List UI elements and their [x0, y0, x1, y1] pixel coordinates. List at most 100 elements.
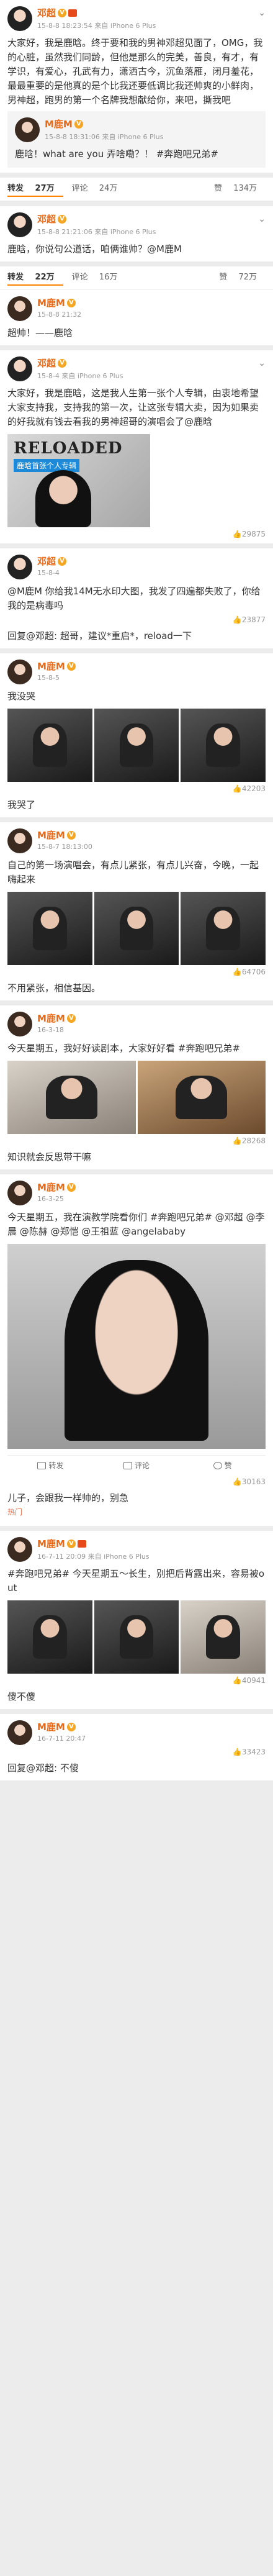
reply-text: 回复@邓超: 超哥，建议*重启*，reload一下 — [7, 630, 192, 642]
photo[interactable] — [7, 709, 92, 782]
like-count[interactable]: 👍 64706 — [7, 968, 266, 976]
avatar[interactable] — [7, 212, 32, 237]
user-name[interactable]: M鹿M — [37, 660, 65, 673]
user-name[interactable]: M鹿M — [37, 1720, 65, 1733]
user-name[interactable]: 邓超 — [37, 555, 56, 568]
action-bar: 转发 评论 赞 — [7, 1455, 266, 1475]
avatar[interactable] — [7, 660, 32, 684]
like-count[interactable]: 👍 28268 — [7, 1136, 266, 1145]
user-name[interactable]: M鹿M — [37, 296, 65, 309]
like-count[interactable]: 👍 29875 — [7, 530, 266, 538]
avatar[interactable] — [7, 6, 32, 31]
user-name[interactable]: M鹿M — [37, 1012, 65, 1025]
portrait-photo[interactable] — [7, 1244, 266, 1449]
verified-icon: V — [58, 556, 67, 566]
like-button[interactable]: 赞 — [179, 1456, 266, 1475]
photo-grid — [7, 1061, 266, 1134]
like-count[interactable]: 👍 33423 — [7, 1748, 266, 1756]
photo[interactable] — [94, 892, 179, 965]
verified-icon: V — [66, 1182, 76, 1192]
like-count[interactable]: 👍 40941 — [7, 1676, 266, 1685]
post-card: M鹿M V 16-7-11 20:47 👍 33423 回复@邓超: 不傻 — [0, 1714, 273, 1780]
user-name[interactable]: M鹿M — [37, 828, 65, 841]
avatar[interactable] — [15, 117, 40, 142]
user-name[interactable]: 邓超 — [37, 212, 56, 225]
tab-reposts[interactable]: 转发 27万 — [7, 181, 63, 197]
post-card: M鹿M V 15-8-5 我没哭 👍 42203 我哭了 — [0, 653, 273, 817]
avatar[interactable] — [7, 1181, 32, 1205]
post-text: 鹿晗，你说句公道话，咱俩谁帅？@M鹿M — [7, 243, 182, 255]
post-card: M鹿M V 16-3-25 今天星期五，我在演教学院看你们 #奔跑吧兄弟# @邓超… — [0, 1174, 273, 1526]
portrait-figure — [35, 470, 91, 527]
user-name[interactable]: M鹿M — [37, 1181, 65, 1194]
chevron-down-icon[interactable]: ⌄ — [258, 8, 266, 18]
poster-title: RELOADED — [14, 439, 123, 458]
reply-card: M鹿M V 15-8-8 21:32 超帅！——鹿晗 — [0, 290, 273, 345]
post-time: 15-8-7 18:13:00 — [37, 843, 92, 851]
tab-likes[interactable]: 赞 134万 — [214, 181, 266, 197]
verified-icon: V — [66, 1539, 76, 1548]
photo[interactable] — [7, 1061, 136, 1134]
post-card: 邓超 V ⌄ 15-8-4 来自 iPhone 6 Plus 大家好，我是鹿晗，这是… — [0, 350, 273, 543]
user-name[interactable]: 邓超 — [37, 356, 56, 370]
verified-icon: V — [58, 8, 67, 17]
chevron-down-icon[interactable]: ⌄ — [258, 358, 266, 368]
photo[interactable] — [137, 1061, 266, 1134]
post-text: 大家好，我是鹿晗。终于要和我的男神邓超见面了，OMG，我的心脏，虽然我们同龄，但… — [7, 37, 263, 106]
tab-comments[interactable]: 评论 24万 — [72, 181, 127, 197]
like-count[interactable]: 👍 23877 — [7, 615, 266, 624]
verified-icon: V — [66, 298, 76, 307]
post-time: 15-8-4 — [37, 569, 60, 577]
photo-grid — [7, 892, 266, 965]
photo[interactable] — [94, 1600, 179, 1674]
repost-icon — [37, 1461, 47, 1469]
verified-icon: V — [58, 214, 67, 224]
poster-band: 鹿晗首张个人专辑 — [14, 459, 80, 472]
post-card: 邓超 V ⌄ 15-8-8 18:23:54 来自 iPhone 6 Plus 大家… — [0, 0, 273, 173]
post-time: 15-8-8 21:32 — [37, 311, 82, 319]
vip-icon — [77, 1540, 86, 1548]
post-time: 16-3-18 — [37, 1026, 64, 1034]
photo[interactable] — [181, 709, 266, 782]
thumb-up-icon — [213, 1461, 222, 1469]
reply-text: 超帅！——鹿晗 — [7, 327, 73, 338]
photo[interactable] — [7, 892, 92, 965]
photo[interactable] — [94, 709, 179, 782]
comment-button[interactable]: 评论 — [94, 1456, 180, 1475]
user-name[interactable]: 邓超 — [37, 6, 56, 19]
user-name[interactable]: M鹿M — [37, 1537, 65, 1550]
chevron-down-icon[interactable]: ⌄ — [258, 214, 266, 224]
post-text: 我没哭 — [7, 691, 36, 702]
photo[interactable] — [7, 1600, 92, 1674]
album-poster-image[interactable]: RELOADED 鹿晗首张个人专辑 — [7, 434, 150, 527]
verified-icon: V — [66, 1014, 76, 1023]
stats-tabs: 转发 27万 评论 24万 赞 134万 — [0, 178, 273, 201]
post-card: 邓超 V ⌄ 15-8-8 21:21:06 来自 iPhone 6 Plus 鹿晗… — [0, 206, 273, 261]
post-text: @M鹿M 你给我14M无水印大图，我发了四遍都失败了，你给我的是病毒吗 — [7, 586, 261, 611]
avatar[interactable] — [7, 356, 32, 381]
user-name[interactable]: M鹿M — [45, 117, 73, 130]
repost-text: 鹿晗！what are you 弄啥嘞？！ #奔跑吧兄弟# — [15, 148, 218, 160]
avatar[interactable] — [7, 828, 32, 853]
photo[interactable] — [181, 892, 266, 965]
avatar[interactable] — [7, 296, 32, 321]
photo-grid — [7, 709, 266, 782]
post-time: 15-8-8 21:21:06 来自 iPhone 6 Plus — [37, 228, 156, 236]
tab-likes[interactable]: 赞 72万 — [219, 270, 266, 286]
tab-reposts[interactable]: 转发 22万 — [7, 270, 63, 286]
tab-comments[interactable]: 评论 16万 — [72, 270, 127, 286]
post-card: M鹿M V 16-7-11 20:09 来自 iPhone 6 Plus #奔跑吧… — [0, 1531, 273, 1709]
post-text: 大家好，我是鹿晗，这是我人生第一张个人专辑，由衷地希望大家支持我，支持我的第一次… — [7, 388, 259, 427]
photo[interactable] — [181, 1600, 266, 1674]
avatar[interactable] — [7, 1012, 32, 1036]
avatar[interactable] — [7, 1537, 32, 1562]
like-count[interactable]: 👍 30163 — [7, 1477, 266, 1486]
post-time: 15-8-5 — [37, 674, 60, 682]
post-text: 今天星期五，我好好读剧本，大家好好看 #奔跑吧兄弟# — [7, 1043, 240, 1054]
like-count[interactable]: 👍 42203 — [7, 784, 266, 793]
repost-button[interactable]: 转发 — [7, 1456, 94, 1475]
avatar[interactable] — [7, 555, 32, 579]
avatar[interactable] — [7, 1720, 32, 1745]
post-time: 15-8-4 来自 iPhone 6 Plus — [37, 372, 123, 380]
reply-text: 知识就会反思带干嘛 — [7, 1151, 92, 1163]
